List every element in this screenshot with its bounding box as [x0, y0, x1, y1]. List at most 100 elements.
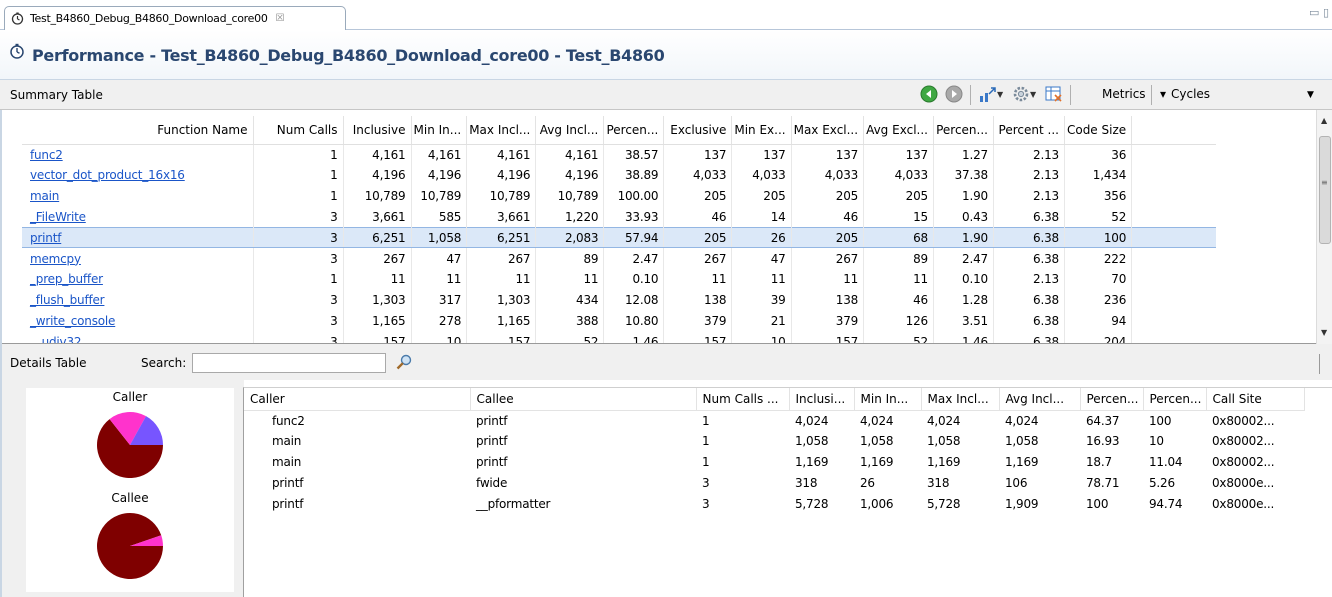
summary-cell: 94 — [1064, 310, 1133, 332]
editor-tab[interactable]: Test_B4860_Debug_B4860_Download_core00 ☒ — [4, 6, 346, 30]
close-tab-icon[interactable]: ☒ — [276, 13, 285, 24]
table-row[interactable]: main printf 1 1,058 1,058 1,058 1,058 16.93 10 0x… — [244, 431, 1304, 452]
details-cell: 94.74 — [1149, 496, 1183, 511]
function-link[interactable]: memcpy — [30, 252, 81, 266]
details-column-header[interactable]: Caller — [244, 388, 471, 411]
details-cell: 106 — [1005, 475, 1028, 490]
table-row[interactable]: __udiv32 3 157 10 157 52 1.46 157 10 157 52 1.46 6.3… — [22, 331, 1216, 343]
summary-cell: 47 — [731, 247, 792, 269]
details-column-header[interactable]: Avg Incl... — [999, 388, 1081, 411]
summary-column-header[interactable]: Code Size — [1064, 116, 1133, 145]
search-input[interactable] — [192, 353, 386, 373]
summary-cell: 11 — [663, 268, 733, 290]
summary-cell: 205 — [663, 226, 733, 249]
summary-cell: 137 — [663, 144, 733, 165]
summary-cell: 267 — [343, 247, 412, 269]
summary-column-header[interactable]: Inclusive — [343, 116, 412, 145]
summary-scrollbar[interactable]: ▲ ≡ ▼ — [1316, 110, 1332, 344]
table-row[interactable]: _prep_buffer 1 11 11 11 11 0.10 11 11 11 11 0.10 2.1… — [22, 268, 1216, 290]
summary-column-header[interactable]: Num Calls — [253, 116, 344, 145]
details-column-header[interactable]: Call Site — [1206, 388, 1305, 411]
export-chart-button[interactable]: ▼ — [979, 85, 1003, 103]
table-row[interactable]: memcpy 3 267 47 267 89 2.47 267 47 267 89 2.47 6.38 2… — [22, 247, 1216, 269]
table-row[interactable]: main 1 10,789 10,789 10,789 10,789 100.00 205 20… — [22, 185, 1216, 207]
details-column-header[interactable]: Callee — [470, 388, 697, 411]
table-row[interactable]: main printf 1 1,169 1,169 1,169 1,169 18.7 11.04… — [244, 452, 1304, 473]
function-link[interactable]: vector_dot_product_16x16 — [30, 168, 185, 182]
summary-cell: 205 — [863, 185, 934, 207]
summary-column-header[interactable]: Percent ... — [993, 116, 1065, 145]
maximize-icon[interactable]: ▯ — [1323, 6, 1329, 19]
view-menu-icon[interactable]: ▼ — [1307, 90, 1314, 100]
chevron-down-icon[interactable]: ▼ — [997, 90, 1003, 99]
function-link[interactable]: _FileWrite — [30, 210, 86, 224]
summary-cell: 3 — [253, 289, 344, 311]
details-column-header[interactable]: Max Incl... — [921, 388, 1000, 411]
table-row[interactable]: _FileWrite 3 3,661 585 3,661 1,220 33.93 46 14 46… — [22, 206, 1216, 228]
table-row[interactable]: printf fwide 3 318 26 318 106 78.71 5.26 0x8000e.… — [244, 472, 1304, 493]
summary-cell: 1.28 — [933, 289, 994, 311]
table-config-button[interactable] — [1045, 85, 1063, 103]
summary-column-header[interactable]: Function Name — [22, 116, 254, 145]
details-cell: 318 — [795, 475, 818, 490]
table-row[interactable]: printf 3 6,251 1,058 6,251 2,083 57.94 205 26 205… — [22, 226, 1216, 249]
settings-button[interactable]: ▼ — [1012, 85, 1036, 103]
function-link[interactable]: _flush_buffer — [30, 293, 105, 307]
summary-column-header[interactable]: Exclusive — [663, 116, 733, 145]
table-row[interactable]: _flush_buffer 3 1,303 317 1,303 434 12.08 138 39… — [22, 289, 1216, 311]
summary-cell: 14 — [731, 206, 792, 228]
cycles-dropdown[interactable]: Cycles — [1171, 87, 1210, 101]
stopwatch-icon — [10, 43, 24, 59]
cycles-dropdown-arrow[interactable]: ▾ — [1160, 87, 1166, 101]
summary-cell: 205 — [663, 185, 733, 207]
summary-column-header[interactable]: Avg Excl... — [863, 116, 934, 145]
summary-cell: 38.89 — [603, 164, 665, 186]
back-button[interactable] — [920, 85, 938, 103]
metrics-menu[interactable]: Metrics — [1102, 87, 1146, 101]
summary-filler-cell — [1132, 165, 1216, 186]
minimize-icon[interactable]: ▭ — [1309, 6, 1319, 19]
table-row[interactable]: printf __pformatter 3 5,728 1,006 5,728 1,909 1… — [244, 493, 1304, 514]
details-column-header[interactable]: Percen... — [1143, 388, 1207, 411]
details-cell: printf — [476, 434, 508, 449]
scrollbar-thumb[interactable] — [1319, 136, 1331, 244]
details-cell: 1,169 — [795, 454, 829, 469]
table-row[interactable]: _write_console 3 1,165 278 1,165 388 10.80 379 2… — [22, 310, 1216, 332]
summary-column-header[interactable]: Percen... — [933, 116, 994, 145]
function-link[interactable]: main — [30, 189, 59, 203]
table-row[interactable]: vector_dot_product_16x16 1 4,196 4,196 4,196… — [22, 164, 1216, 186]
chevron-down-icon[interactable]: ▼ — [1030, 90, 1036, 99]
summary-cell: 157 — [663, 331, 733, 343]
details-column-header[interactable]: Percen... — [1080, 388, 1144, 411]
summary-column-header[interactable]: Max Excl... — [791, 116, 865, 145]
summary-column-header[interactable]: Percen... — [603, 116, 665, 145]
summary-cell: 157 — [466, 331, 537, 343]
summary-column-header[interactable]: Max Incl... — [466, 116, 537, 145]
function-link[interactable]: _prep_buffer — [30, 272, 103, 286]
summary-column-header[interactable]: Min Ex... — [731, 116, 792, 145]
details-column-header[interactable]: Num Calls ... — [696, 388, 790, 411]
details-cell: 3 — [702, 475, 710, 490]
details-cell: 4,024 — [795, 413, 829, 428]
summary-cell: 11 — [535, 268, 605, 290]
details-column-header[interactable]: Inclusi... — [789, 388, 855, 411]
scroll-up-icon[interactable]: ▲ — [1321, 116, 1327, 125]
function-link[interactable]: printf — [30, 231, 61, 245]
table-row[interactable]: func2 printf 1 4,024 4,024 4,024 4,024 64.37 100… — [244, 410, 1304, 431]
details-cell: main — [272, 454, 302, 469]
function-name-cell: printf — [22, 226, 254, 249]
summary-cell: 1 — [253, 268, 344, 290]
details-column-header[interactable]: Min In... — [854, 388, 922, 411]
summary-column-header[interactable]: Min In... — [411, 116, 468, 145]
table-row[interactable]: func2 1 4,161 4,161 4,161 4,161 38.57 137 137 137… — [22, 144, 1216, 165]
forward-button[interactable] — [945, 85, 963, 103]
function-link[interactable]: __udiv32 — [30, 335, 82, 343]
function-link[interactable]: func2 — [30, 148, 63, 162]
function-link[interactable]: _write_console — [30, 314, 115, 328]
function-name-cell: _prep_buffer — [22, 268, 254, 290]
summary-cell: 11 — [791, 268, 865, 290]
magnifier-icon[interactable] — [396, 354, 412, 370]
summary-cell: 11 — [466, 268, 537, 290]
scroll-down-icon[interactable]: ▼ — [1321, 328, 1327, 337]
summary-column-header[interactable]: Avg Incl... — [535, 116, 605, 145]
